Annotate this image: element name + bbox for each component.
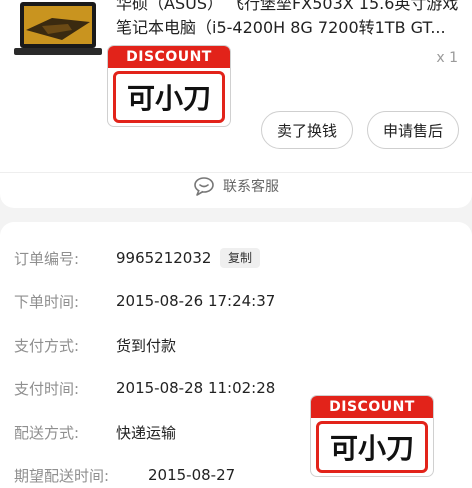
payment-method-label: 支付方式: — [14, 336, 80, 355]
product-title-line-2: 笔记本电脑（i5-4200H 8G 7200转1TB GT... — [116, 18, 446, 37]
copy-button[interactable]: 复制 — [220, 248, 261, 268]
delivery-method-label: 配送方式: — [14, 423, 80, 442]
discount-watermark: DISCOUNT 可小刀 — [108, 46, 230, 126]
product-title[interactable]: 华硕（ASUS） 飞行堡垒FX503X 15.6英寸游戏 笔记本电脑（i5-42… — [116, 0, 461, 40]
order-number-label: 订单编号: — [14, 249, 80, 268]
quantity: x 1 — [436, 50, 458, 66]
contact-service-label: 联系客服 — [223, 179, 279, 195]
product-title-line-1: 华硕（ASUS） 飞行堡垒FX503X 15.6英寸游戏 — [116, 0, 459, 13]
divider — [0, 172, 472, 173]
payment-method-value: 货到付款 — [116, 336, 177, 355]
payment-time-label: 支付时间: — [14, 379, 80, 398]
order-time-label: 下单时间: — [14, 292, 80, 311]
discount-watermark: DISCOUNT 可小刀 — [311, 396, 433, 476]
watermark-top-text: DISCOUNT — [108, 46, 230, 68]
order-detail-page: 华硕（ASUS） 飞行堡垒FX503X 15.6英寸游戏 笔记本电脑（i5-42… — [0, 0, 472, 488]
order-time-value: 2015-08-26 17:24:37 — [116, 292, 276, 310]
watermark-bottom-text: 可小刀 — [316, 421, 428, 473]
expected-delivery-value: 2015-08-27 — [148, 466, 236, 484]
order-number-row: 订单编号: 9965212032 复制 — [0, 243, 472, 273]
laptop-thumbnail[interactable] — [12, 0, 104, 58]
watermark-bottom-text: 可小刀 — [113, 71, 225, 123]
chat-bubble-icon — [194, 177, 214, 196]
expected-delivery-label: 期望配送时间: — [14, 466, 110, 485]
sell-for-cash-button[interactable]: 卖了换钱 — [261, 111, 353, 149]
watermark-top-text: DISCOUNT — [311, 396, 433, 418]
delivery-method-value: 快递运输 — [116, 423, 177, 442]
payment-method-row: 支付方式: 货到付款 — [0, 330, 472, 360]
product-card: 华硕（ASUS） 飞行堡垒FX503X 15.6英寸游戏 笔记本电脑（i5-42… — [0, 0, 472, 208]
apply-after-sale-button[interactable]: 申请售后 — [367, 111, 459, 149]
order-number-value: 9965212032 — [116, 249, 212, 267]
payment-time-value: 2015-08-28 11:02:28 — [116, 379, 276, 397]
contact-service-link[interactable]: 联系客服 — [0, 175, 472, 197]
order-time-row: 下单时间: 2015-08-26 17:24:37 — [0, 286, 472, 316]
